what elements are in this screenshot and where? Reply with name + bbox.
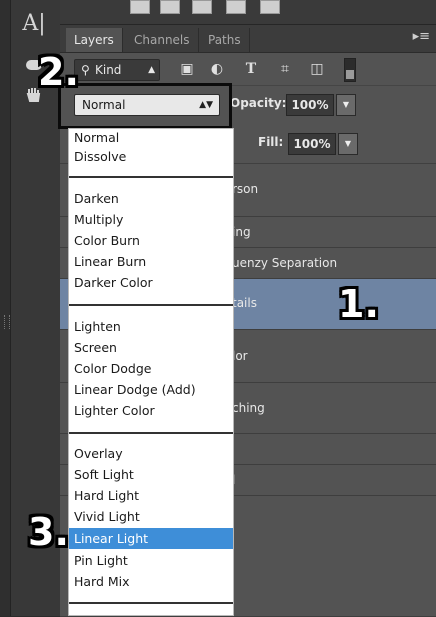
top-icon-strip — [60, 0, 436, 25]
menu-item-pin-light[interactable]: Pin Light — [69, 550, 233, 571]
align-icon[interactable] — [130, 0, 150, 14]
menu-item-soft-light[interactable]: Soft Light — [69, 464, 233, 485]
align-icon[interactable] — [226, 0, 246, 14]
menu-item-linear-burn[interactable]: Linear Burn — [69, 251, 233, 272]
layer-filter-row: ⚲ Kind ▲ ▣ ◐ T ⌗ ◫ — [60, 53, 436, 86]
layer-name: tails — [232, 296, 257, 310]
opacity-label: Opacity: — [230, 96, 287, 110]
tab-layers[interactable]: Layers — [66, 28, 123, 52]
menu-item-screen[interactable]: Screen — [69, 337, 233, 358]
step-two-label: 2. — [38, 50, 79, 94]
menu-item-lighten[interactable]: Lighten — [69, 316, 233, 337]
image-filter-icon[interactable]: ▣ — [176, 59, 198, 79]
step-one-label: 1. — [338, 282, 379, 326]
fill-slider-button[interactable]: ▼ — [338, 133, 358, 155]
type-tool-icon[interactable]: A| — [20, 10, 48, 36]
menu-item-linear-light[interactable]: Linear Light — [69, 528, 233, 549]
menu-divider — [69, 602, 233, 604]
smart-object-filter-icon[interactable]: ◫ — [306, 59, 328, 79]
adjustment-filter-icon[interactable]: ◐ — [206, 59, 228, 79]
menu-item-darker-color[interactable]: Darker Color — [69, 272, 233, 293]
opacity-slider-button[interactable]: ▼ — [336, 94, 356, 116]
menu-item-vivid-light[interactable]: Vivid Light — [69, 506, 233, 527]
layer-name: ing — [232, 225, 251, 239]
tab-paths[interactable]: Paths — [200, 28, 250, 52]
filter-toggle[interactable] — [344, 58, 356, 82]
drag-grip[interactable] — [4, 315, 10, 329]
stepper-arrows-icon: ▲ — [148, 65, 155, 75]
menu-item-hard-light[interactable]: Hard Light — [69, 485, 233, 506]
menu-item-lighter-color[interactable]: Lighter Color — [69, 400, 233, 421]
menu-item-normal[interactable]: Normal — [69, 127, 233, 148]
align-icon[interactable] — [192, 0, 212, 14]
type-filter-icon[interactable]: T — [240, 59, 262, 79]
panel-menu-icon[interactable]: ▸≡ — [413, 29, 430, 44]
menu-item-linear-dodge[interactable]: Linear Dodge (Add) — [69, 379, 233, 400]
filter-kind-select[interactable]: ⚲ Kind ▲ — [74, 59, 160, 81]
filter-kind-label: Kind — [95, 63, 122, 77]
tool-strip-edge — [0, 0, 11, 616]
align-icon[interactable] — [160, 0, 180, 14]
menu-item-color-burn[interactable]: Color Burn — [69, 230, 233, 251]
menu-item-color-dodge[interactable]: Color Dodge — [69, 358, 233, 379]
tab-channels[interactable]: Channels — [126, 28, 199, 52]
menu-item-hard-mix[interactable]: Hard Mix — [69, 571, 233, 592]
layer-name: ching — [232, 401, 265, 415]
layer-name: uenzy Separation — [232, 256, 338, 270]
step-three-label: 3. — [28, 510, 69, 554]
menu-item-multiply[interactable]: Multiply — [69, 209, 233, 230]
menu-item-dissolve[interactable]: Dissolve — [69, 146, 233, 167]
shape-filter-icon[interactable]: ⌗ — [274, 59, 296, 79]
fill-label: Fill: — [258, 135, 284, 149]
annotation-highlight-box — [58, 83, 232, 129]
layer-name: rson — [232, 182, 259, 196]
panel-tab-bar: Layers Channels Paths ▸≡ — [60, 25, 436, 53]
layer-name: lor — [232, 349, 248, 363]
menu-divider — [69, 304, 233, 306]
opacity-input[interactable]: 100% — [286, 94, 334, 116]
menu-divider — [69, 432, 233, 434]
menu-item-darken[interactable]: Darken — [69, 188, 233, 209]
search-icon: ⚲ — [81, 63, 90, 77]
blend-mode-menu: Normal Dissolve Darken Multiply Color Bu… — [68, 128, 234, 616]
menu-divider — [69, 176, 233, 178]
fill-input[interactable]: 100% — [288, 133, 336, 155]
menu-item-overlay[interactable]: Overlay — [69, 443, 233, 464]
align-icon[interactable] — [260, 0, 280, 14]
